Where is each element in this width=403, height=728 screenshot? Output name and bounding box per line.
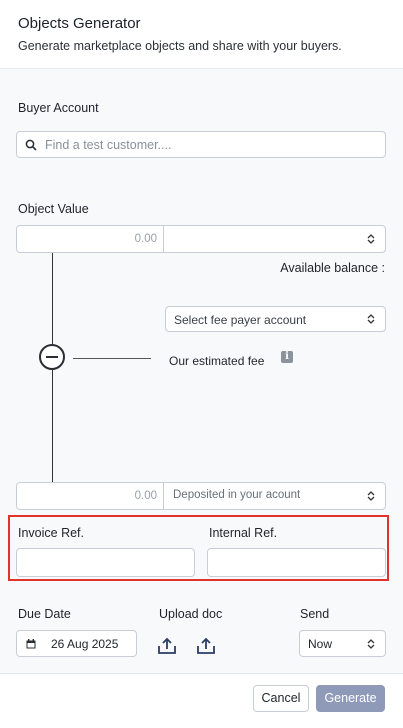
- deposit-amount-input[interactable]: 0.00: [17, 483, 164, 509]
- chevron-updown-icon: [367, 639, 375, 649]
- due-date-picker[interactable]: 26 Aug 2025: [16, 630, 137, 657]
- buyer-search-input[interactable]: Find a test customer....: [16, 131, 386, 158]
- upload-doc-label: Upload doc: [159, 607, 223, 621]
- object-value-field: 0.00: [16, 225, 386, 253]
- info-icon[interactable]: i: [281, 351, 293, 363]
- deposit-select-value: Deposited in your acount: [173, 489, 301, 501]
- flow-line-top: [52, 253, 53, 344]
- object-value-label: Object Value: [18, 202, 89, 216]
- search-icon: [25, 139, 37, 151]
- available-balance-label: Available balance :: [280, 261, 385, 275]
- modal-header: Objects Generator Generate marketplace o…: [0, 0, 403, 69]
- internal-ref-input[interactable]: [207, 548, 386, 577]
- send-label: Send: [300, 607, 330, 621]
- object-value-currency-select[interactable]: [165, 226, 385, 252]
- upload-icon: [158, 637, 176, 654]
- send-select-value: Now: [308, 637, 333, 651]
- estimated-fee-label: Our estimated fee: [169, 354, 265, 368]
- calendar-icon: [26, 639, 36, 649]
- invoice-ref-label: Invoice Ref.: [18, 526, 85, 540]
- deposit-field: 0.00 Deposited in your acount: [16, 482, 386, 510]
- object-value-amount-input[interactable]: 0.00: [17, 226, 164, 252]
- page-title: Objects Generator: [18, 15, 141, 32]
- deposit-account-select[interactable]: Deposited in your acount: [165, 483, 385, 509]
- buyer-search-placeholder: Find a test customer....: [45, 138, 172, 152]
- modal-footer: Cancel Generate: [0, 673, 403, 728]
- upload-button-1[interactable]: [158, 637, 176, 654]
- invoice-ref-input[interactable]: [16, 548, 195, 577]
- upload-button-2[interactable]: [197, 637, 215, 654]
- chevron-updown-icon: [367, 314, 375, 324]
- form-body: [0, 69, 403, 673]
- due-date-label: Due Date: [18, 607, 71, 621]
- generate-button[interactable]: Generate: [316, 685, 385, 712]
- due-date-value: 26 Aug 2025: [51, 637, 119, 651]
- buyer-account-label: Buyer Account: [18, 101, 99, 115]
- fee-payer-select-value: Select fee payer account: [174, 313, 307, 327]
- upload-icon: [197, 637, 215, 654]
- chevron-updown-icon: [367, 234, 375, 244]
- internal-ref-label: Internal Ref.: [209, 526, 278, 540]
- minus-circle-icon: [39, 344, 65, 370]
- page-subtitle: Generate marketplace objects and share w…: [18, 39, 342, 53]
- send-select[interactable]: Now: [299, 630, 386, 657]
- cancel-button[interactable]: Cancel: [253, 685, 309, 712]
- chevron-updown-icon: [367, 491, 375, 501]
- fee-connector-line: [73, 358, 151, 359]
- flow-line-bottom: [52, 370, 53, 482]
- fee-payer-select[interactable]: Select fee payer account: [165, 306, 386, 332]
